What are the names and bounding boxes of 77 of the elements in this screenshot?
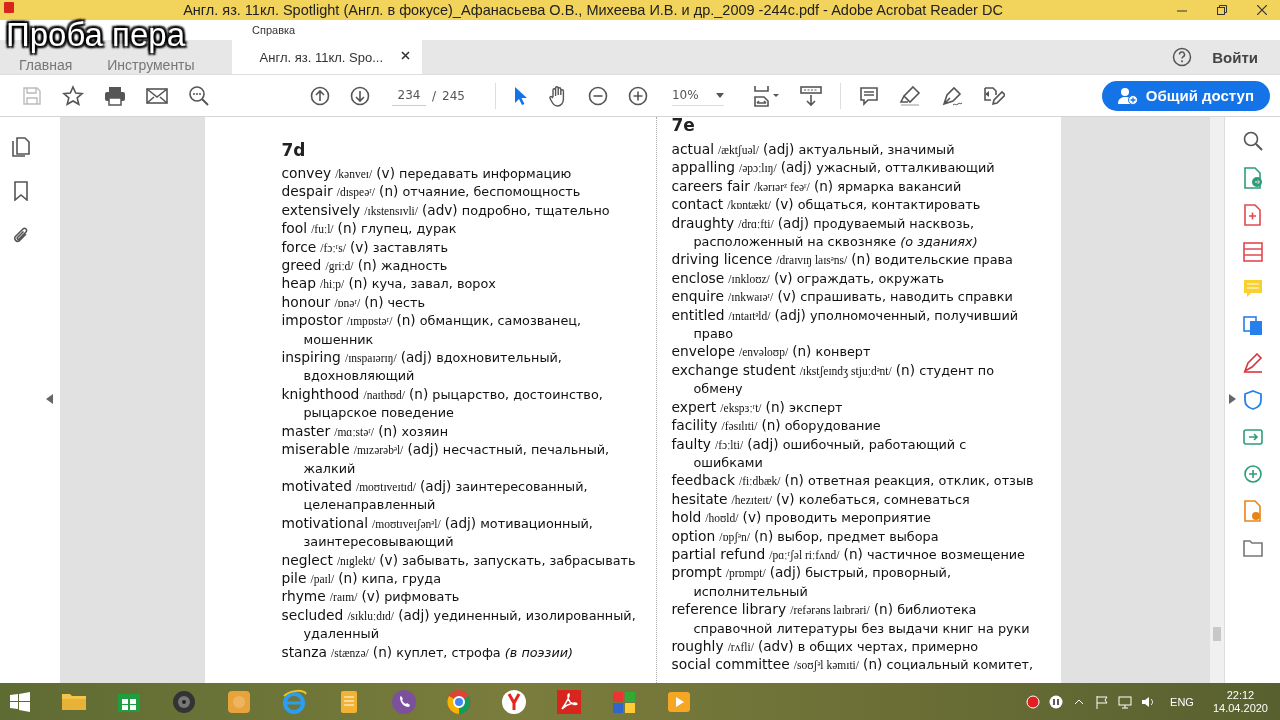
zoom-icon[interactable]: [1242, 130, 1263, 152]
sign-in-link[interactable]: Войти: [1212, 48, 1258, 66]
dictionary-entry: stanza /stænzə/ (n) куплет, строфа (в поэзии): [281, 643, 575, 662]
dictionary-entry: appalling /əpɔːlɪŋ/ (adj) ужасный, отталкивающий: [671, 159, 996, 178]
dictionary-entry: enclose /ɪnkloʊz/ (v) ограждать, окружать: [671, 269, 946, 288]
dictionary-entry: draughty /drɑːfti/ (adj) продуваемый насквозь, расположенный на сквозняке (о зданиях): [671, 214, 979, 252]
tab[interactable]: Инструменты: [90, 57, 212, 74]
language-indicator[interactable]: ENG: [1170, 695, 1194, 708]
network-icon[interactable]: [1118, 694, 1133, 709]
dictionary-entry: roughly /rʌfli/ (adv) в общих чертах, примерно: [671, 637, 980, 656]
caret-icon: [715, 92, 724, 98]
dictionary-entry: option /ɒpʃᵊn/ (n) выбор, предмет выбора: [671, 527, 940, 546]
dictionary-entry: driving licence /draɪvɪŋ laɪsᵊns/ (n) водительские права: [671, 251, 1014, 270]
dictionary-entry: fool /fuːl/ (n) глупец, дурак: [281, 220, 458, 239]
browser-icon[interactable]: [280, 687, 308, 716]
clock[interactable]: 22:12 14.04.2020: [1212, 688, 1268, 715]
document-icon[interactable]: [1242, 500, 1263, 522]
dictionary-entry: hesitate /hezɪteɪt/ (v) колебаться, сомневаться: [671, 490, 971, 509]
pdf-icon: [4, 2, 14, 13]
send-icon[interactable]: [1242, 426, 1263, 448]
dictionary-entry: greed /griːd/ (n) жадность: [281, 257, 449, 276]
share-button[interactable]: Общий доступ: [1101, 80, 1270, 111]
record-icon[interactable]: [1026, 694, 1041, 709]
page-number-field[interactable]: 234: [392, 85, 426, 106]
export-pdf-icon[interactable]: [1242, 167, 1263, 189]
start-icon[interactable]: [10, 691, 30, 712]
page-total: 245: [442, 88, 465, 103]
add-user-icon: [1117, 86, 1138, 105]
dictionary-entry: careers fair /kərɪərᶻ feəʳ/ (n) ярмарка вакансий: [671, 177, 963, 196]
page-separator: /: [432, 88, 437, 103]
phone-icon[interactable]: [390, 687, 418, 716]
bookmark-icon[interactable]: [11, 181, 31, 201]
overlay-caption: Проба пера: [2, 15, 190, 55]
pause-icon[interactable]: [1049, 694, 1064, 709]
browser-icon[interactable]: [500, 687, 528, 716]
dictionary-entry: feedback /fiːdbæk/ (n) ответная реакция, отклик, отзыв: [671, 472, 1035, 491]
window-title: Англ. яз. 11кл. Spotlight (Англ. в фокусе)_Афанасьева О.В., Михеева И.В. и др._2009 -244с.pdf - Adobe Acrobat Reader DC: [183, 2, 1003, 18]
dictionary-entry: facility /fəsɪlɪti/ (n) оборудование: [671, 417, 882, 436]
pages-icon[interactable]: [11, 137, 31, 157]
zoom-dropdown[interactable]: 10%: [671, 85, 724, 106]
flag-icon[interactable]: [1095, 694, 1110, 709]
menu-item[interactable]: Справка: [252, 22, 296, 38]
volume-icon[interactable]: [1141, 694, 1156, 709]
help-icon[interactable]: [1172, 47, 1193, 67]
close-icon[interactable]: [401, 51, 411, 60]
reader-icon[interactable]: [555, 687, 583, 716]
dictionary-entry: hold /hoʊld/ (v) проводить мероприятие: [671, 509, 932, 528]
tab[interactable]: Англ. яз. 11кл. Spo...: [231, 40, 423, 74]
scrollbar[interactable]: [1210, 117, 1224, 683]
dictionary-entry: heap /hiːp/ (n) куча, завал, ворох: [281, 275, 497, 294]
dictionary-entry: rhyme /raɪm/ (v) рифмовать: [281, 588, 461, 607]
folder-icon[interactable]: [1242, 537, 1263, 559]
dictionary-entry: social committee /soʊʃᵊl kəmɪti/ (n) социальный комитет,: [671, 656, 1035, 675]
dictionary-entry: extensively /ɪkstensɪvli/ (adv) подробно, тщательно: [281, 201, 611, 220]
dictionary-entry: envelope /envəloʊp/ (n) конверт: [671, 343, 872, 362]
dictionary-entry: actual /æktʃuəl/ (adj) актуальный, значимый: [671, 141, 956, 159]
dictionary-entry: enquire /ɪnkwaɪəʳ/ (v) спрашивать, наводить справки: [671, 288, 1014, 307]
dictionary-entry: force /fɔːʳs/ (v) заставлять: [281, 238, 450, 257]
collapse-right-icon[interactable]: [1229, 394, 1236, 404]
combine-icon[interactable]: [1242, 315, 1263, 337]
dictionary-entry: master /mɑːstəʳ/ (n) хозяин: [281, 422, 450, 441]
create-pdf-icon[interactable]: [1242, 204, 1263, 226]
dictionary-entry: pile /paɪl/ (n) кипа, груда: [281, 569, 443, 588]
fill-sign-icon[interactable]: [1242, 352, 1263, 374]
section-heading: 7e: [671, 117, 696, 133]
shield-icon[interactable]: [1242, 389, 1263, 411]
browser-icon[interactable]: [445, 687, 473, 716]
dictionary-entry: partial refund /pɑːʳʃəl riːfʌnd/ (n) частичное возмещение: [671, 545, 1026, 564]
dictionary-entry: convey /kənveɪ/ (v) передавать информацию: [281, 165, 573, 183]
dictionary-entry: neglect /nɪglekt/ (v) забывать, запускать, забрасывать: [281, 551, 637, 570]
dictionary-entry: despair /dɪspeəʳ/ (n) отчаяние, беспомощность: [281, 183, 582, 202]
dictionary-entry: expert /ekspɜːʳt/ (n) эксперт: [671, 398, 844, 417]
section-heading: 7d: [281, 139, 307, 162]
collapse-left-icon[interactable]: [46, 394, 53, 404]
dictionary-entry: honour /ɒnəʳ/ (n) честь: [281, 293, 426, 312]
dictionary-entry: contact /kɒntækt/ (v) общаться, контактировать: [671, 196, 982, 215]
tab[interactable]: Главная: [1, 57, 90, 74]
